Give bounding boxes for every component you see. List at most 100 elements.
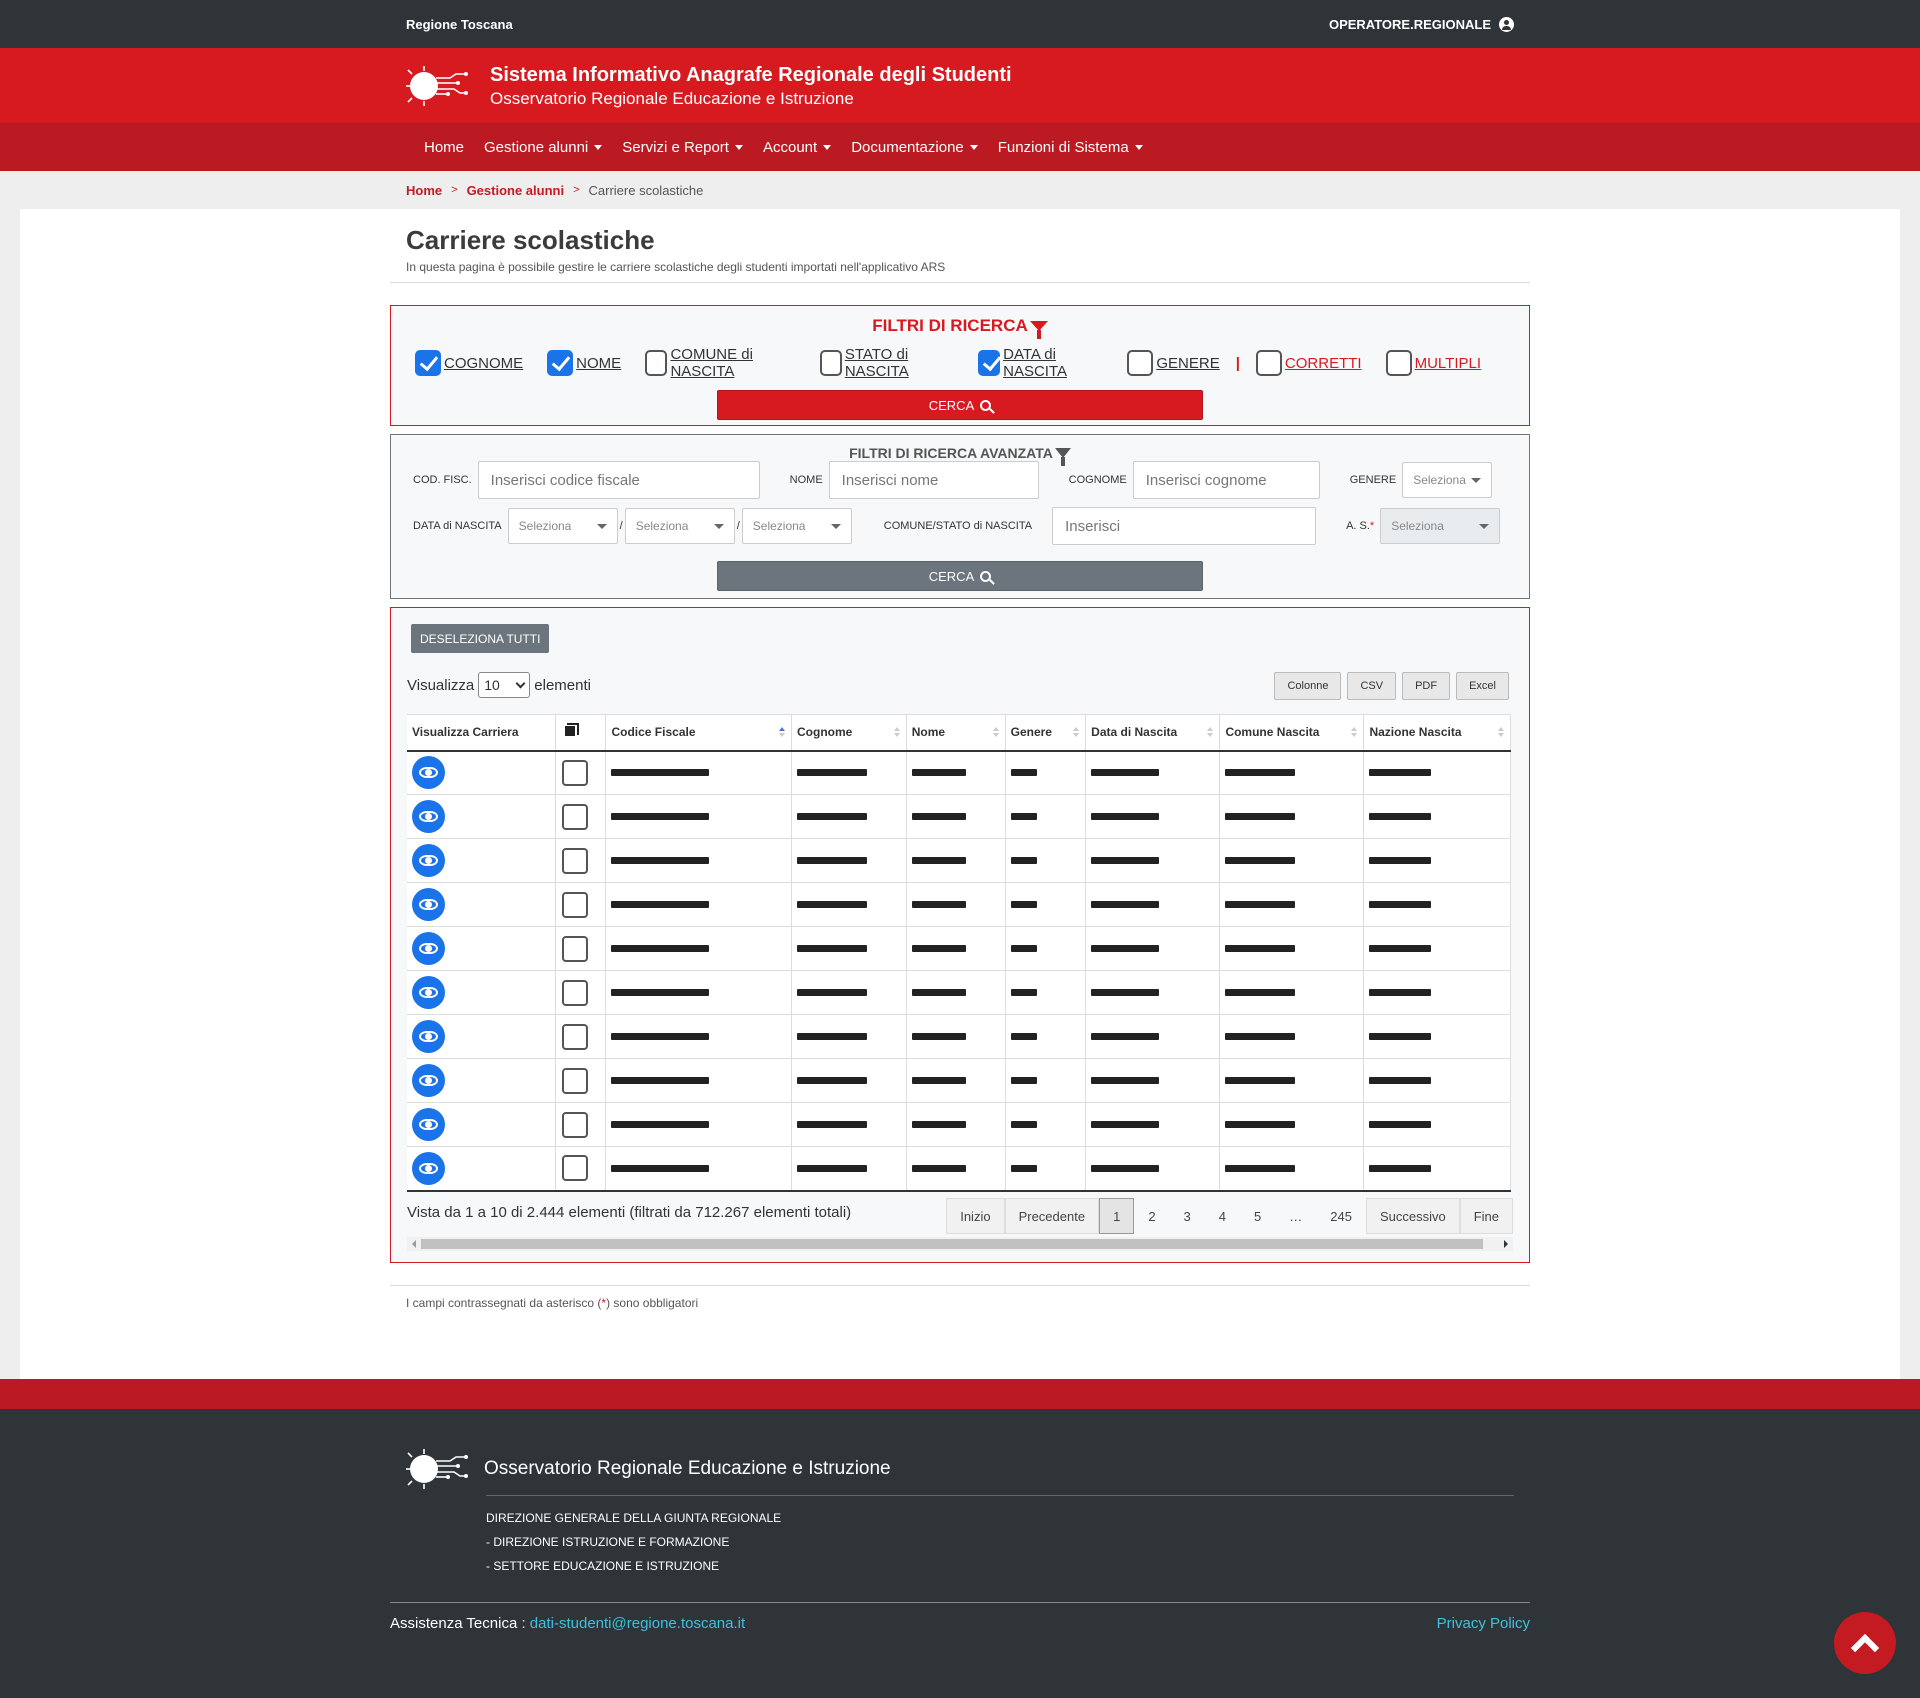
eye-icon[interactable] bbox=[412, 1064, 445, 1097]
cod-fisc-input[interactable]: Inserisci codice fiscale bbox=[477, 461, 760, 499]
nav-item-account[interactable]: Account bbox=[753, 123, 841, 171]
scroll-thumb[interactable] bbox=[421, 1239, 1483, 1249]
column-header-codice-fiscale[interactable]: Codice Fiscale bbox=[605, 714, 792, 752]
row-checkbox[interactable] bbox=[562, 1155, 589, 1182]
page-precedente[interactable]: Precedente bbox=[1004, 1198, 1100, 1234]
column-header-nome[interactable]: Nome bbox=[906, 714, 1006, 752]
comune-input[interactable]: Inserisci bbox=[1052, 507, 1317, 545]
row-checkbox[interactable] bbox=[562, 891, 589, 918]
checkbox[interactable] bbox=[547, 350, 574, 376]
checkbox[interactable] bbox=[1385, 350, 1412, 376]
checkbox[interactable] bbox=[415, 350, 441, 376]
birth-year-select[interactable]: Seleziona bbox=[741, 508, 852, 544]
breadcrumb-gestione-alunni[interactable]: Gestione alunni bbox=[467, 183, 565, 198]
column-header-label: Comune Nascita bbox=[1225, 725, 1320, 740]
page-fine[interactable]: Fine bbox=[1459, 1198, 1513, 1234]
export-csv-button[interactable]: CSV bbox=[1347, 672, 1397, 700]
page-successivo[interactable]: Successivo bbox=[1365, 1198, 1460, 1234]
nav-item-servizi-e-report[interactable]: Servizi e Report bbox=[612, 123, 753, 171]
cognome-input[interactable]: Inserisci cognome bbox=[1132, 461, 1320, 499]
row-checkbox[interactable] bbox=[562, 1111, 589, 1138]
advanced-search-button[interactable]: CERCA bbox=[717, 561, 1203, 591]
column-header-genere[interactable]: Genere bbox=[1005, 714, 1087, 752]
breadcrumb-home[interactable]: Home bbox=[406, 183, 442, 198]
eye-icon[interactable] bbox=[412, 1151, 445, 1185]
nome-input[interactable]: Inserisci nome bbox=[828, 461, 1039, 499]
page-1[interactable]: 1 bbox=[1099, 1198, 1135, 1234]
genere-select[interactable]: Seleziona bbox=[1402, 462, 1493, 498]
row-checkbox[interactable] bbox=[562, 935, 589, 962]
column-header-nazione-nascita[interactable]: Nazione Nascita bbox=[1363, 714, 1511, 752]
column-header-select[interactable] bbox=[555, 714, 607, 752]
redacted-cell bbox=[1085, 794, 1221, 839]
column-header-data-di-nascita[interactable]: Data di Nascita bbox=[1085, 714, 1221, 752]
column-header-comune-nascita[interactable]: Comune Nascita bbox=[1219, 714, 1365, 752]
username: OPERATORE.REGIONALE bbox=[1328, 16, 1491, 32]
nav-item-home[interactable]: Home bbox=[414, 123, 474, 171]
redacted-value bbox=[611, 989, 710, 996]
filter-multipli[interactable]: MULTIPLI bbox=[1385, 350, 1481, 376]
row-checkbox[interactable] bbox=[562, 803, 589, 830]
support-email-link[interactable]: dati-studenti@regione.toscana.it bbox=[530, 1615, 745, 1632]
birth-day-select[interactable]: Seleziona bbox=[507, 508, 618, 544]
checkbox[interactable] bbox=[977, 350, 1001, 376]
horizontal-scrollbar[interactable] bbox=[407, 1237, 1513, 1251]
filter-genere[interactable]: GENERE bbox=[1127, 350, 1220, 376]
as-select[interactable]: Seleziona bbox=[1380, 508, 1501, 544]
column-header-cognome[interactable]: Cognome bbox=[791, 714, 907, 752]
birth-month-select[interactable]: Seleziona bbox=[624, 508, 735, 544]
eye-icon[interactable] bbox=[412, 800, 445, 833]
user-menu[interactable]: OPERATORE.REGIONALE bbox=[1328, 16, 1514, 32]
export-excel-button[interactable]: Excel bbox=[1456, 672, 1509, 700]
redacted-cell bbox=[605, 926, 792, 971]
column-header-visualizza-carriera[interactable]: Visualizza Carriera bbox=[407, 714, 557, 752]
redacted-value bbox=[1369, 1121, 1432, 1128]
eye-icon[interactable] bbox=[412, 888, 445, 921]
search-button[interactable]: CERCA bbox=[717, 390, 1203, 420]
eye-icon[interactable] bbox=[412, 756, 445, 790]
filter-data-di-nascita[interactable]: DATA di NASCITA bbox=[977, 346, 1103, 380]
redacted-value bbox=[1010, 1121, 1037, 1128]
eye-icon[interactable] bbox=[412, 976, 445, 1009]
filter-comune-di-nascita[interactable]: COMUNE di NASCITA bbox=[645, 346, 795, 380]
row-checkbox[interactable] bbox=[562, 759, 589, 786]
redacted-cell bbox=[1363, 1014, 1511, 1059]
page-3[interactable]: 3 bbox=[1170, 1198, 1205, 1234]
back-to-top-button[interactable] bbox=[1834, 1612, 1896, 1674]
nav-item-gestione-alunni[interactable]: Gestione alunni bbox=[474, 123, 612, 171]
page-5[interactable]: 5 bbox=[1240, 1198, 1275, 1234]
checkbox[interactable] bbox=[1255, 350, 1282, 376]
filter-corretti[interactable]: CORRETTI bbox=[1255, 350, 1362, 376]
page-4[interactable]: 4 bbox=[1205, 1198, 1240, 1234]
eye-icon[interactable] bbox=[412, 1020, 445, 1053]
export-colonne-button[interactable]: Colonne bbox=[1274, 672, 1342, 700]
filter-stato-di-nascita[interactable]: STATO di NASCITA bbox=[819, 346, 954, 380]
nav-item-documentazione[interactable]: Documentazione bbox=[841, 123, 988, 171]
row-checkbox[interactable] bbox=[562, 847, 589, 874]
nav-item-funzioni-di-sistema[interactable]: Funzioni di Sistema bbox=[988, 123, 1153, 171]
eye-icon[interactable] bbox=[412, 844, 445, 877]
eye-icon[interactable] bbox=[412, 1108, 445, 1141]
page-inizio[interactable]: Inizio bbox=[946, 1198, 1005, 1234]
privacy-policy-link[interactable]: Privacy Policy bbox=[1437, 1615, 1530, 1632]
table-row bbox=[407, 1146, 1511, 1192]
checkbox[interactable] bbox=[1127, 350, 1154, 376]
page-length-select[interactable]: 10 bbox=[478, 672, 531, 698]
export-pdf-button[interactable]: PDF bbox=[1402, 672, 1451, 700]
row-checkbox[interactable] bbox=[562, 979, 589, 1006]
page-2[interactable]: 2 bbox=[1134, 1198, 1169, 1234]
deselect-all-button[interactable]: DESELEZIONA TUTTI bbox=[411, 624, 550, 653]
row-checkbox[interactable] bbox=[562, 1023, 589, 1050]
filter-cognome[interactable]: COGNOME bbox=[415, 350, 523, 376]
checkbox[interactable] bbox=[819, 350, 842, 376]
column-header-label: Visualizza Carriera bbox=[412, 725, 519, 740]
row-checkbox[interactable] bbox=[562, 1067, 589, 1094]
scroll-right-icon[interactable] bbox=[1504, 1240, 1508, 1248]
redacted-cell bbox=[906, 970, 1006, 1015]
page-245[interactable]: 245 bbox=[1316, 1198, 1366, 1234]
checkbox[interactable] bbox=[645, 350, 668, 376]
scroll-left-icon[interactable] bbox=[412, 1240, 416, 1248]
filter-nome[interactable]: NOME bbox=[547, 350, 621, 376]
redacted-value bbox=[797, 989, 867, 996]
eye-icon[interactable] bbox=[412, 932, 445, 965]
